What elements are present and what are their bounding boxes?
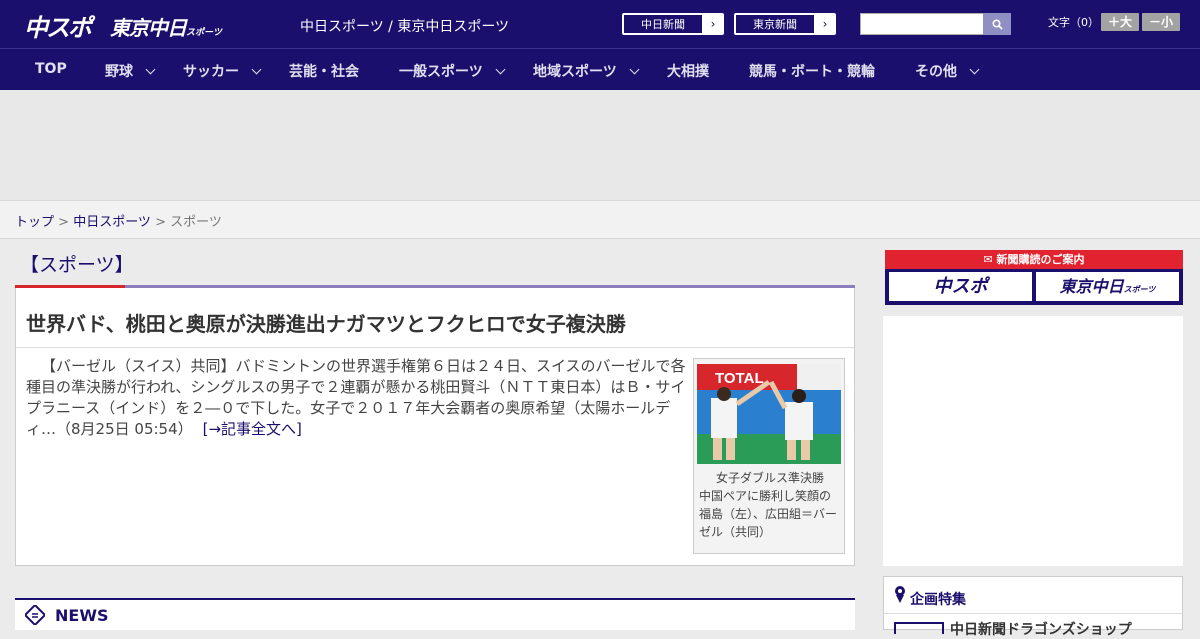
nav-label: 地域スポーツ: [533, 64, 617, 80]
nav-label: 競馬・ボート・競輪: [749, 64, 875, 80]
photo-banner-text: TOTAL: [715, 370, 764, 387]
tokyo-chunichi-logo[interactable]: 東京中日スポーツ: [110, 12, 222, 41]
subscribe-tokyo-chunichi-button[interactable]: 東京中日スポーツ: [1036, 272, 1179, 301]
text-size-label: 文字（0）: [1048, 16, 1099, 29]
nav-label: TOP: [35, 61, 67, 77]
search-icon: [992, 19, 1003, 30]
nav-label: 大相撲: [667, 64, 709, 80]
breadcrumb: トップ > 中日スポーツ > スポーツ: [15, 211, 222, 230]
subscribe-chuspo-button[interactable]: 中スポ: [889, 272, 1032, 301]
photo-caption: 女子ダブルス準決勝 中国ペアに勝利し笑顔の福島（左）、広田組＝バーゼル（共同）: [699, 469, 841, 541]
ribbon-icon: [895, 586, 905, 603]
breadcrumb-top-link[interactable]: トップ: [15, 215, 54, 230]
article-title[interactable]: 世界バド、桃田と奥原が決勝進出ナガマツとフクヒロで女子複決勝: [26, 308, 626, 337]
special-features-label: 企画特集: [910, 592, 966, 608]
tokyo-shimbun-link[interactable]: 東京新聞 ›: [734, 13, 836, 35]
search-button[interactable]: [983, 13, 1011, 35]
photo-caption-body: 中国ペアに勝利し笑顔の福島（左）、広田組＝バーゼル（共同）: [699, 489, 838, 539]
dragons-shop-link[interactable]: 中日新聞ドラゴンズショップ: [950, 619, 1132, 639]
nav-label: 野球: [105, 64, 133, 80]
nav-label: 芸能・社会: [289, 64, 359, 80]
newspaper-icon: [25, 605, 45, 625]
news-section-header: NEWS: [15, 598, 855, 630]
article-photo-box: TOTAL 女子ダブルス準決勝 中国ペアに勝利し笑顔の福島（左）、広田組＝バーゼ…: [693, 358, 845, 554]
chevron-down-icon: [969, 64, 980, 74]
nav-item-top[interactable]: TOP: [35, 61, 67, 77]
nav-item-baseball[interactable]: 野球: [105, 61, 156, 81]
breadcrumb-separator: >: [150, 215, 171, 230]
chuspo-logo[interactable]: 中スポ: [24, 8, 92, 43]
breadcrumb-bar: トップ > 中日スポーツ > スポーツ: [0, 200, 1200, 239]
subscription-label: 新聞購読のご案内: [996, 253, 1085, 266]
section-title: 【スポーツ】: [20, 254, 134, 276]
chevron-right-icon: ›: [710, 17, 716, 31]
article-header: 世界バド、桃田と奥原が決勝進出ナガマツとフクヒロで女子複決勝: [16, 288, 854, 348]
top-header: 中スポ 東京中日スポーツ 中日スポーツ / 東京中日スポーツ 中日新聞 › 東京…: [0, 0, 1200, 48]
subscription-header[interactable]: ✉ 新聞購読のご案内: [885, 250, 1183, 269]
badminton-photo-image: TOTAL: [697, 364, 841, 464]
main-nav: TOP 野球 サッカー 芸能・社会 一般スポーツ 地域スポーツ 大相撲 競馬・ボ…: [0, 48, 1200, 90]
chunichi-shimbun-link[interactable]: 中日新聞 ›: [622, 13, 724, 35]
nav-item-general-sports[interactable]: 一般スポーツ: [399, 61, 506, 81]
nav-label: サッカー: [183, 64, 239, 80]
chevron-down-icon: [145, 64, 156, 74]
article-card: 世界バド、桃田と奥原が決勝進出ナガマツとフクヒロで女子複決勝 【バーゼル（スイス…: [15, 288, 855, 566]
chevron-down-icon: [629, 64, 640, 74]
article-photo[interactable]: TOTAL: [697, 364, 841, 464]
breadcrumb-separator: >: [54, 215, 74, 230]
read-more-link[interactable]: [→記事全文へ]: [203, 420, 302, 438]
dragons-shop-thumbnail[interactable]: [894, 622, 944, 634]
photo-caption-title: 女子ダブルス準決勝: [715, 471, 824, 485]
nav-item-local-sports[interactable]: 地域スポーツ: [533, 61, 640, 81]
nav-item-other[interactable]: その他: [915, 61, 980, 81]
tokyo-logo-text: 東京中日: [110, 16, 187, 40]
sidebar-ad-area: [883, 316, 1183, 566]
divider: [884, 613, 1182, 614]
subscribe-tokyo-label: 東京中日: [1059, 277, 1124, 296]
site-links[interactable]: 中日スポーツ / 東京中日スポーツ: [300, 16, 509, 36]
nav-item-entertainment[interactable]: 芸能・社会: [289, 61, 359, 81]
subscribe-tokyo-small: スポーツ: [1123, 285, 1156, 294]
chevron-right-icon: ›: [822, 17, 828, 31]
text-size-down-button[interactable]: －小: [1142, 13, 1180, 31]
chevron-down-icon: [495, 64, 506, 74]
tokyo-logo-sub: スポーツ: [186, 28, 222, 38]
article-summary: 【バーゼル（スイス）共同】バドミントンの世界選手権第６日は２４日、スイスのバーゼ…: [26, 356, 686, 440]
nav-item-racing[interactable]: 競馬・ボート・競輪: [749, 61, 875, 81]
news-label: NEWS: [55, 606, 109, 625]
nav-label: その他: [915, 64, 957, 80]
breadcrumb-chuspo-link[interactable]: 中日スポーツ: [73, 215, 151, 230]
breadcrumb-current: スポーツ: [170, 215, 222, 230]
subscription-box: ✉ 新聞購読のご案内 中スポ 東京中日スポーツ: [885, 250, 1183, 305]
nav-item-soccer[interactable]: サッカー: [183, 61, 262, 81]
nav-item-sumo[interactable]: 大相撲: [667, 61, 709, 81]
article-body-text: 【バーゼル（スイス）共同】バドミントンの世界選手権第６日は２４日、スイスのバーゼ…: [26, 357, 686, 438]
text-size-up-button[interactable]: ＋大: [1101, 13, 1139, 31]
special-features-box: 企画特集 中日新聞ドラゴンズショップ: [883, 576, 1183, 638]
ad-banner-area: [0, 90, 1200, 200]
tokyo-link-label: 東京新聞: [735, 14, 815, 34]
chevron-down-icon: [251, 64, 262, 74]
chunichi-link-label: 中日新聞: [623, 14, 703, 34]
ticket-icon: ✉: [983, 253, 997, 266]
nav-label: 一般スポーツ: [399, 64, 483, 80]
